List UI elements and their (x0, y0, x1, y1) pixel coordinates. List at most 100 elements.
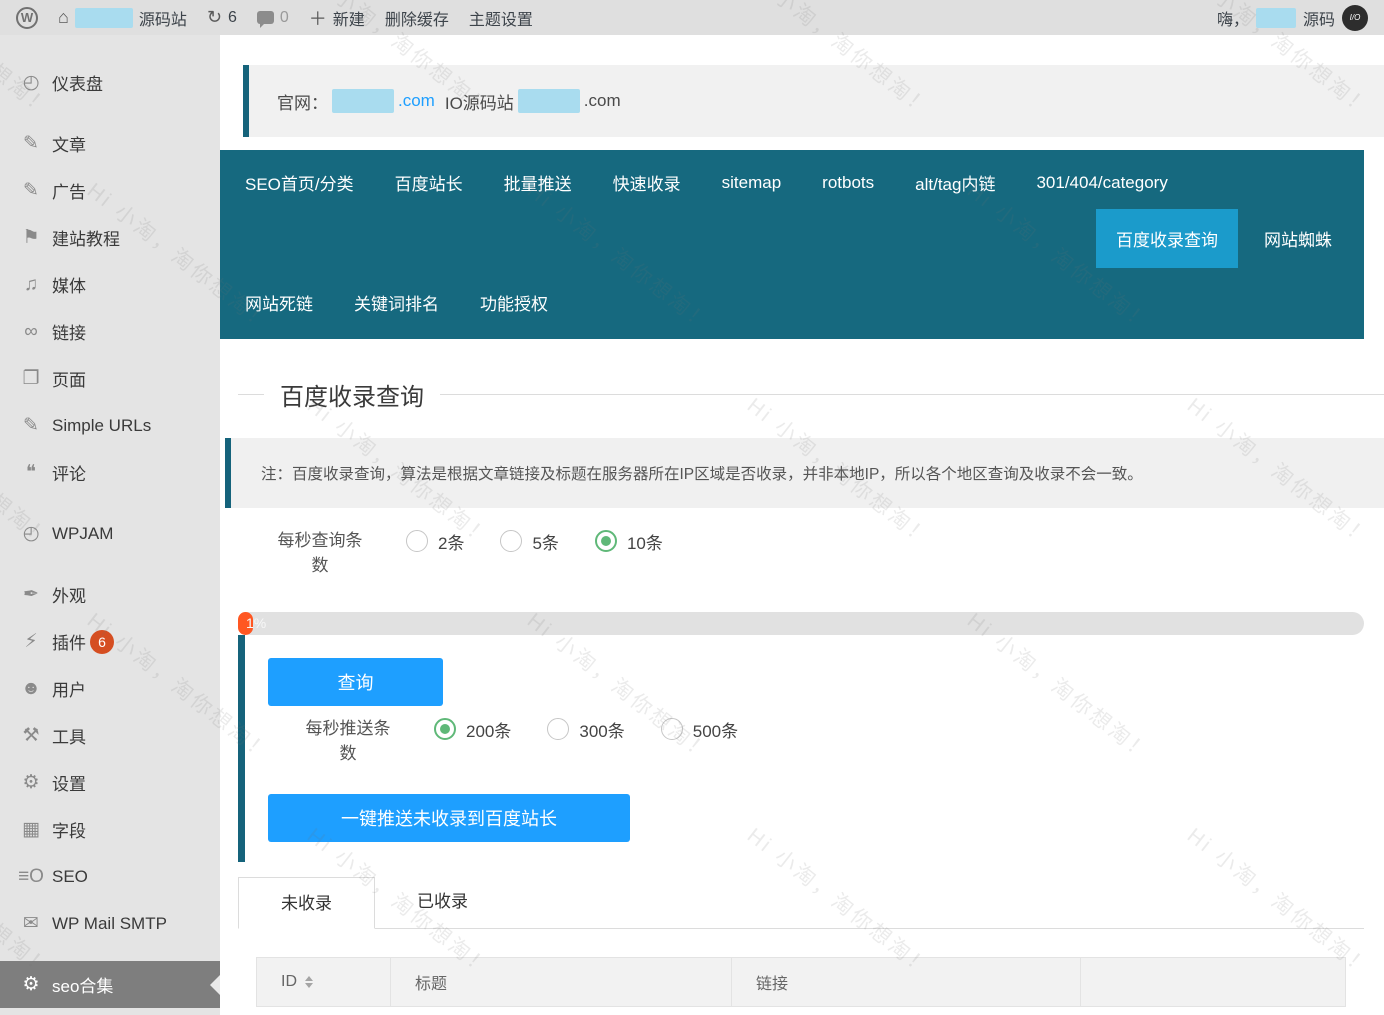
sidebar-item-label: 插件 (52, 629, 86, 654)
new-label: 新建 (333, 6, 365, 30)
account-menu[interactable]: 嗨， 源码 I/O (1217, 5, 1368, 31)
seo-menu-item-home-category[interactable]: SEO首页/分类 (245, 170, 354, 195)
radio-icon[interactable] (500, 530, 522, 552)
sidebar-item-ads[interactable]: ✎ 广告 (0, 167, 220, 214)
sidebar-item-comments[interactable]: ❝ 评论 (0, 449, 220, 496)
seo-menu-item-site-spider[interactable]: 网站蜘蛛 (1264, 226, 1332, 251)
greeting-text: 嗨， (1217, 6, 1249, 30)
comments-count: 0 (280, 9, 289, 27)
sidebar-item-pages[interactable]: ❐ 页面 (0, 355, 220, 402)
seo-menu-item-feature-auth[interactable]: 功能授权 (480, 290, 548, 315)
updates-count: 6 (228, 9, 237, 27)
new-content-menu[interactable]: ＋ 新建 (309, 5, 365, 31)
column-header-title: 标题 (415, 970, 447, 994)
sort-icon[interactable] (305, 976, 313, 988)
radio-query-10[interactable]: 10条 (595, 528, 663, 554)
radio-push-500[interactable]: 500条 (661, 716, 738, 742)
seo-menu-item-rotbots[interactable]: rotbots (822, 173, 874, 193)
sidebar-item-links[interactable]: ∞ 链接 (0, 308, 220, 355)
redacted-site-name (75, 8, 133, 28)
column-header-id: ID (281, 973, 297, 991)
sidebar-item-label: 文章 (52, 131, 86, 156)
site-name-link[interactable]: ⌂ 源码站 (58, 6, 187, 30)
wordpress-logo-menu[interactable]: W (16, 7, 38, 29)
brush-icon: ✒ (14, 583, 48, 606)
seo-menu-item-baidu-include-query[interactable]: 百度收录查询 (1096, 209, 1238, 268)
radio-icon[interactable] (406, 530, 428, 552)
comments-link[interactable]: 0 (257, 9, 289, 27)
push-rate-group: 每秒推送条数 200条 300条 500条 (298, 716, 1364, 766)
tab-unincluded[interactable]: 未收录 (238, 877, 375, 929)
table-icon: ▦ (14, 818, 48, 841)
seo-menu-item-301-404-category[interactable]: 301/404/category (1036, 173, 1167, 193)
wrench-icon: ⚒ (14, 724, 48, 747)
progress-percent: 1% (246, 612, 266, 635)
sidebar-item-label: 工具 (52, 723, 86, 748)
seo-menu-item-alt-tag-links[interactable]: alt/tag内链 (915, 170, 995, 195)
radio-checked-icon[interactable] (434, 718, 456, 740)
radio-query-2[interactable]: 2条 (406, 528, 464, 554)
user-name: 源码 (1303, 6, 1335, 30)
notice-prefix: 官网： (277, 89, 328, 114)
site-name-label: 源码站 (139, 6, 187, 30)
seo-menu-item-baidu-webmaster[interactable]: 百度站长 (395, 170, 463, 195)
sidebar-item-appearance[interactable]: ✒ 外观 (0, 571, 220, 618)
sidebar-item-media[interactable]: ♫ 媒体 (0, 261, 220, 308)
comment-icon: ❝ (14, 461, 48, 484)
radio-icon[interactable] (661, 718, 683, 740)
sidebar-item-seo-collection[interactable]: ⚙ seo合集 (0, 961, 220, 1008)
query-panel: 查询 每秒推送条数 200条 300条 500条 一键推送未收录到百度站长 (238, 635, 1364, 862)
sidebar-item-settings[interactable]: ⚙ 设置 (0, 759, 220, 806)
sidebar-item-wp-mail-smtp[interactable]: ✉ WP Mail SMTP (0, 900, 220, 947)
result-tabs: 未收录 已收录 (238, 877, 1364, 929)
sidebar-item-seo[interactable]: ≡O SEO (0, 853, 220, 900)
home-icon: ⌂ (58, 7, 69, 28)
official-site-link[interactable]: .com (398, 91, 435, 111)
sidebar-item-tutorials[interactable]: ⚑ 建站教程 (0, 214, 220, 261)
sidebar-item-label: 仪表盘 (52, 70, 103, 95)
query-button[interactable]: 查询 (268, 658, 443, 706)
radio-push-200[interactable]: 200条 (434, 716, 511, 742)
sidebar-item-label: 外观 (52, 582, 86, 607)
sidebar-item-simple-urls[interactable]: ✎ Simple URLs (0, 402, 220, 449)
radio-query-5[interactable]: 5条 (500, 528, 558, 554)
updates-link[interactable]: ↻ 6 (207, 7, 237, 28)
wordpress-logo-icon: W (16, 7, 38, 29)
radio-checked-icon[interactable] (595, 530, 617, 552)
plugins-update-badge: 6 (90, 630, 114, 654)
sidebar-item-users[interactable]: ☻ 用户 (0, 665, 220, 712)
sidebar-item-label: 评论 (52, 460, 86, 485)
sidebar-item-label: SEO (52, 867, 88, 887)
results-table-header: ID 标题 链接 (256, 957, 1346, 1007)
pin-icon: ✎ (14, 414, 48, 437)
seo-menu-item-fast-include[interactable]: 快速收录 (613, 170, 681, 195)
title-divider (238, 394, 264, 395)
clear-cache-link[interactable]: 删除缓存 (385, 6, 449, 30)
seo-menu-item-batch-push[interactable]: 批量推送 (504, 170, 572, 195)
radio-icon[interactable] (547, 718, 569, 740)
sidebar-item-posts[interactable]: ✎ 文章 (0, 120, 220, 167)
sidebar-item-fields[interactable]: ▦ 字段 (0, 806, 220, 853)
theme-settings-label: 主题设置 (469, 6, 533, 30)
notice-middle: IO源码站 (445, 89, 514, 114)
theme-settings-link[interactable]: 主题设置 (469, 6, 533, 30)
seo-menu-item-keyword-ranking[interactable]: 关键词排名 (354, 290, 439, 315)
sidebar-item-wpjam[interactable]: ◴ WPJAM (0, 510, 220, 557)
link-icon: ∞ (14, 321, 48, 343)
sidebar-item-plugins[interactable]: ⚡ 插件 6 (0, 618, 220, 665)
sidebar-item-dashboard[interactable]: ◴ 仪表盘 (0, 59, 220, 106)
radio-push-300[interactable]: 300条 (547, 716, 624, 742)
gauge-icon: ◴ (14, 522, 48, 545)
admin-sidebar: ◴ 仪表盘 ✎ 文章 ✎ 广告 ⚑ 建站教程 ♫ 媒体 ∞ 链接 ❐ 页面 ✎ … (0, 35, 220, 1015)
sidebar-item-label: 建站教程 (52, 225, 120, 250)
seo-menu-item-dead-links[interactable]: 网站死链 (245, 290, 313, 315)
sidebar-item-tools[interactable]: ⚒ 工具 (0, 712, 220, 759)
tab-included[interactable]: 已收录 (375, 876, 510, 928)
push-unincluded-button[interactable]: 一键推送未收录到百度站长 (268, 794, 630, 842)
page-title: 百度收录查询 (264, 377, 440, 412)
sidebar-item-label: WPJAM (52, 524, 113, 544)
seo-menu-item-sitemap[interactable]: sitemap (722, 173, 782, 193)
sidebar-item-label: 字段 (52, 817, 86, 842)
query-progress-bar: 1% (238, 612, 1364, 635)
sidebar-item-label: 链接 (52, 319, 86, 344)
